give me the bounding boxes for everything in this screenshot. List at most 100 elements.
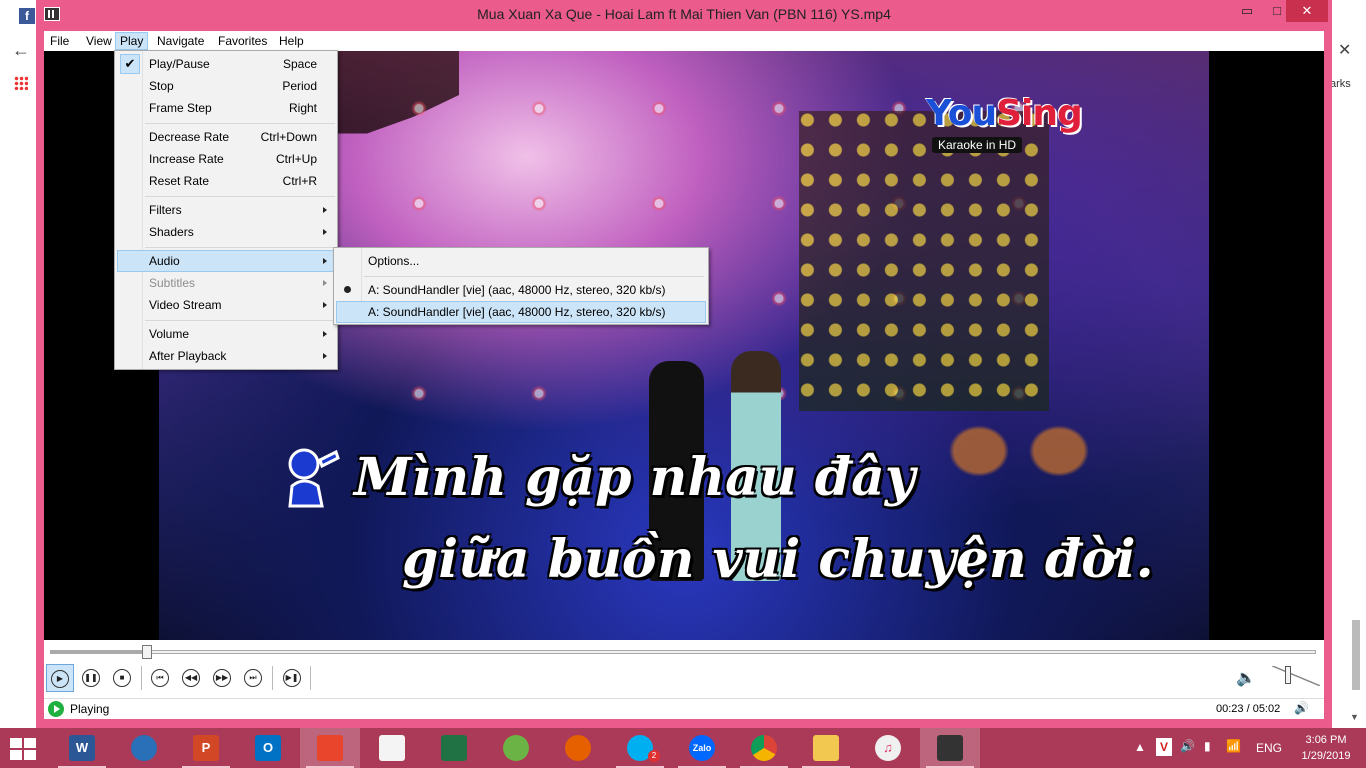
battery-tray-icon[interactable]: ▮ (1204, 739, 1211, 768)
logo-subtitle: Karaoke in HD (932, 137, 1023, 153)
excel-icon (441, 735, 467, 761)
minimize-button[interactable]: ▭ (1232, 0, 1262, 22)
submenu-arrow-icon (323, 229, 327, 235)
taskbar-firefox[interactable] (548, 728, 608, 768)
audio-status-icon[interactable]: 🔊 (1294, 701, 1309, 715)
page-scrollbar-thumb[interactable] (1352, 620, 1360, 690)
submenu-arrow-icon (323, 280, 327, 286)
karaoke-singer-icon (288, 448, 340, 508)
facebook-icon[interactable]: f (19, 8, 35, 24)
taskbar-media-app[interactable] (114, 728, 174, 768)
audio-options-item[interactable]: Options... (336, 250, 706, 272)
back-arrow-icon[interactable]: ← (12, 40, 30, 61)
network-tray-icon[interactable]: 📶 (1226, 739, 1241, 768)
skype-badge: 2 (648, 750, 660, 762)
rewind-button[interactable]: ◀◀ (177, 664, 205, 692)
menu-separator (145, 123, 335, 124)
next-button[interactable]: ⏭ (239, 664, 267, 692)
powerpoint-icon: P (193, 735, 219, 761)
audio-track-2[interactable]: A: SoundHandler [vie] (aac, 48000 Hz, st… (336, 301, 706, 323)
menu-item-stop[interactable]: Stop Period (117, 75, 335, 97)
menu-separator (145, 247, 335, 248)
yousing-logo: YouSing Karaoke in HD (926, 93, 1136, 163)
seek-bar[interactable] (50, 645, 1316, 659)
scroll-down-arrow-icon[interactable]: ▼ (1350, 712, 1359, 722)
frame-step-icon: ▶❚ (283, 669, 301, 687)
taskbar-chrome[interactable] (734, 728, 794, 768)
play-button[interactable]: ▶ (46, 664, 74, 692)
apps-grid-icon[interactable] (14, 76, 28, 90)
media-player-icon (131, 735, 157, 761)
input-language-indicator[interactable]: ENG (1256, 741, 1282, 768)
menu-item-filters[interactable]: Filters (117, 199, 335, 221)
clock-date: 1/29/2019 (1301, 750, 1351, 762)
taskbar-mpc[interactable] (920, 728, 980, 768)
volume-slider[interactable] (1272, 666, 1320, 686)
menu-favorites[interactable]: Favorites (214, 33, 271, 49)
pause-button[interactable]: ❚❚ (77, 664, 105, 692)
taskbar-cococ[interactable] (486, 728, 546, 768)
unikey-tray-icon[interactable]: V (1156, 738, 1172, 756)
taskbar-powerpoint[interactable]: P (176, 728, 236, 768)
playing-status-icon (48, 701, 64, 717)
title-bar[interactable]: Mua Xuan Xa Que - Hoai Lam ft Mai Thien … (36, 0, 1332, 31)
menu-item-volume[interactable]: Volume (117, 323, 335, 345)
menu-view[interactable]: View (82, 33, 116, 49)
playback-time: 00:23 / 05:02 (1216, 703, 1281, 715)
taskbar-file-explorer[interactable] (796, 728, 856, 768)
menu-separator (145, 196, 335, 197)
previous-button[interactable]: ⏮ (146, 664, 174, 692)
taskbar-excel[interactable] (424, 728, 484, 768)
show-hidden-icons-button[interactable]: ▲ (1134, 740, 1146, 768)
volume-thumb[interactable] (1285, 666, 1291, 684)
taskbar-clock[interactable]: 3:06 PM 1/29/2019 (1296, 732, 1356, 764)
taskbar-zalo[interactable]: Zalo (672, 728, 732, 768)
checkmark-icon: ✔ (120, 54, 140, 74)
unikey-icon (379, 735, 405, 761)
taskbar: W P O 2 Zalo ♫ ▲ V 🔊 ▮ 📶 ENG 3:06 PM 1/2… (0, 728, 1366, 768)
menu-item-video-stream[interactable]: Video Stream (117, 294, 335, 316)
lyric-line-1: Mình gặp nhau đây (354, 447, 916, 508)
status-bar: Playing 00:23 / 05:02 🔊 (44, 698, 1324, 719)
menu-play[interactable]: Play (115, 32, 149, 50)
menu-item-reset-rate[interactable]: Reset Rate Ctrl+R (117, 170, 335, 192)
logo-you: You (926, 93, 997, 134)
speaker-icon[interactable]: 🔈 (1236, 668, 1256, 688)
menu-item-audio[interactable]: Audio (117, 250, 335, 272)
menu-file[interactable]: File (46, 33, 73, 49)
menu-item-play-pause[interactable]: ✔ Play/Pause Space (117, 53, 335, 75)
menu-navigate[interactable]: Navigate (153, 33, 208, 49)
menu-item-increase-rate[interactable]: Increase Rate Ctrl+Up (117, 148, 335, 170)
windows-start-button[interactable] (10, 738, 38, 760)
menu-item-after-playback[interactable]: After Playback (117, 345, 335, 367)
frame-step-button[interactable]: ▶❚ (278, 664, 306, 692)
taskbar-skype[interactable]: 2 (610, 728, 670, 768)
audio-track-1[interactable]: A: SoundHandler [vie] (aac, 48000 Hz, st… (336, 279, 706, 301)
chrome-icon (751, 735, 777, 761)
stop-button[interactable]: ■ (108, 664, 136, 692)
control-separator (310, 666, 311, 690)
menu-item-decrease-rate[interactable]: Decrease Rate Ctrl+Down (117, 126, 335, 148)
fast-forward-button[interactable]: ▶▶ (208, 664, 236, 692)
stop-icon: ■ (113, 669, 131, 687)
menu-item-subtitles: Subtitles (117, 272, 335, 294)
bookmarks-label[interactable]: arks (1330, 78, 1351, 90)
taskbar-word[interactable]: W (52, 728, 112, 768)
taskbar-outlook[interactable]: O (238, 728, 298, 768)
menu-help[interactable]: Help (275, 33, 308, 49)
volume-tray-icon[interactable]: 🔊 (1180, 739, 1195, 768)
submenu-arrow-icon (323, 331, 327, 337)
menu-item-shaders[interactable]: Shaders (117, 221, 335, 243)
outlook-icon: O (255, 735, 281, 761)
submenu-arrow-icon (323, 258, 327, 264)
menu-bar: File View Play Navigate Favorites Help (44, 31, 1324, 51)
seek-thumb[interactable] (142, 645, 152, 659)
playback-state: Playing (70, 702, 110, 716)
close-button[interactable]: ✕ (1286, 0, 1328, 22)
taskbar-foxit[interactable] (300, 728, 360, 768)
menu-item-frame-step[interactable]: Frame Step Right (117, 97, 335, 119)
taskbar-itunes[interactable]: ♫ (858, 728, 918, 768)
background-browser-left-edge: f ← (0, 0, 36, 728)
close-icon[interactable]: ✕ (1338, 40, 1351, 60)
taskbar-unikey[interactable] (362, 728, 422, 768)
